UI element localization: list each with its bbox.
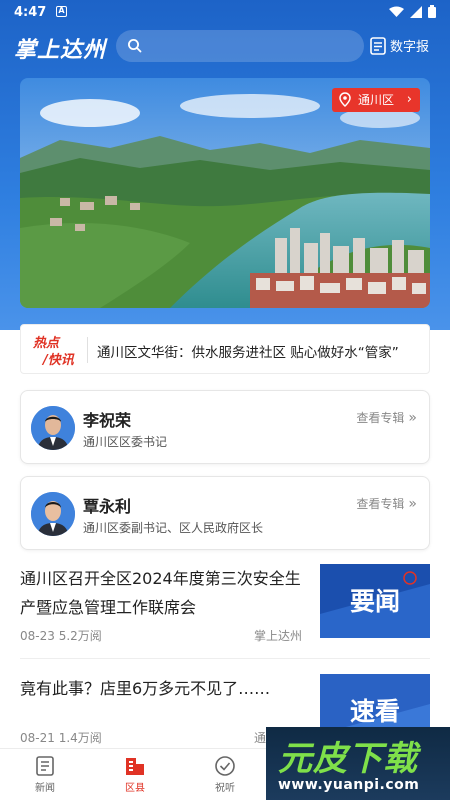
news-title[interactable]: 竟有此事？店里6万多元不见了…… — [20, 674, 305, 703]
news-date: 08-23 — [20, 629, 55, 643]
tab-district[interactable]: 区县 — [110, 755, 160, 794]
digital-newspaper-button[interactable]: 数字报 — [370, 36, 429, 55]
hot-news-bar[interactable]: 热点 /快讯 通川区文华街：供水服务进社区 贴心做好水“管家” — [20, 324, 430, 374]
status-icons — [389, 5, 436, 18]
location-button[interactable]: 通川区 › — [331, 88, 420, 112]
chevron-right-icon: › — [406, 92, 412, 107]
app-logo: 掌上达州 — [14, 37, 107, 63]
status-bar: 4:47 A — [0, 0, 450, 26]
notification-icon: A — [56, 6, 67, 17]
official-card[interactable]: 覃永利 通川区委副书记、区人民政府区长 查看专辑» — [20, 476, 430, 550]
news-views: 5.2万阅 — [58, 629, 102, 643]
view-album-label: 查看专辑 — [356, 497, 405, 511]
hot-news-tag: 热点 /快讯 — [33, 332, 79, 368]
tab-label: 祝听 — [215, 783, 235, 794]
news-icon — [36, 756, 54, 776]
view-album-link[interactable]: 查看专辑» — [356, 495, 417, 512]
official-title: 通川区区委书记 — [83, 435, 168, 449]
watermark-url: www.yuanpi.com — [278, 777, 420, 793]
hot-news-headline[interactable]: 通川区文华街：供水服务进社区 贴心做好水“管家” — [97, 341, 399, 361]
news-thumbnail[interactable]: 要闻 — [320, 564, 430, 638]
person-photo — [31, 406, 75, 450]
landscape-image — [20, 78, 430, 308]
thumbnail-label: 要闻 — [349, 587, 400, 616]
news-item[interactable]: 通川区召开全区2024年度第三次安全生产暨应急管理工作联席会 08-23 5.2… — [20, 564, 430, 644]
newspaper-icon — [370, 36, 386, 55]
tab-news[interactable]: 新闻 — [20, 755, 70, 794]
watermark-text: 元皮下载 — [278, 739, 418, 779]
view-album-label: 查看专辑 — [356, 411, 405, 425]
official-card[interactable]: 李祝荣 通川区区委书记 查看专辑» — [20, 390, 430, 464]
avatar — [31, 406, 75, 450]
thumbnail-label: 速看 — [349, 697, 400, 726]
official-title: 通川区委副书记、区人民政府区长 — [83, 521, 264, 535]
tab-label: 区县 — [125, 783, 145, 794]
battery-icon — [428, 5, 436, 18]
location-label: 通川区 — [357, 93, 394, 107]
news-date: 08-21 — [20, 731, 55, 745]
tab-watch[interactable]: 祝听 — [200, 755, 250, 794]
double-chevron-right-icon: » — [408, 496, 417, 512]
avatar — [31, 492, 75, 536]
news-title[interactable]: 通川区召开全区2024年度第三次安全生产暨应急管理工作联席会 — [20, 564, 305, 622]
search-icon — [128, 39, 142, 53]
divider — [87, 337, 88, 363]
top-bar: 掌上达州 数字报 — [0, 30, 450, 64]
news-meta: 08-23 5.2万阅 — [20, 627, 102, 644]
digital-newspaper-label: 数字报 — [390, 40, 430, 55]
district-icon — [126, 758, 144, 775]
status-time: 4:47 — [14, 5, 47, 20]
wifi-icon — [389, 6, 404, 17]
news-views: 1.4万阅 — [58, 731, 102, 745]
official-name: 覃永利 — [83, 497, 132, 516]
hot-tag-line2: /快讯 — [43, 353, 74, 368]
double-chevron-right-icon: » — [408, 410, 417, 426]
search-bar[interactable] — [116, 30, 364, 62]
news-source: 掌上达州 — [254, 629, 303, 643]
view-album-link[interactable]: 查看专辑» — [356, 409, 417, 426]
news-meta: 08-21 1.4万阅 — [20, 729, 102, 746]
watermark-logo: 元皮下载 www.yuanpi.com — [266, 727, 450, 800]
check-icon — [215, 756, 235, 776]
location-pin-icon — [339, 92, 351, 107]
person-photo — [31, 492, 75, 536]
official-name: 李祝荣 — [83, 411, 132, 430]
banner-image[interactable]: 通川区 › — [20, 78, 430, 308]
divider — [20, 658, 430, 659]
tab-label: 新闻 — [35, 783, 55, 794]
signal-icon — [410, 5, 422, 18]
